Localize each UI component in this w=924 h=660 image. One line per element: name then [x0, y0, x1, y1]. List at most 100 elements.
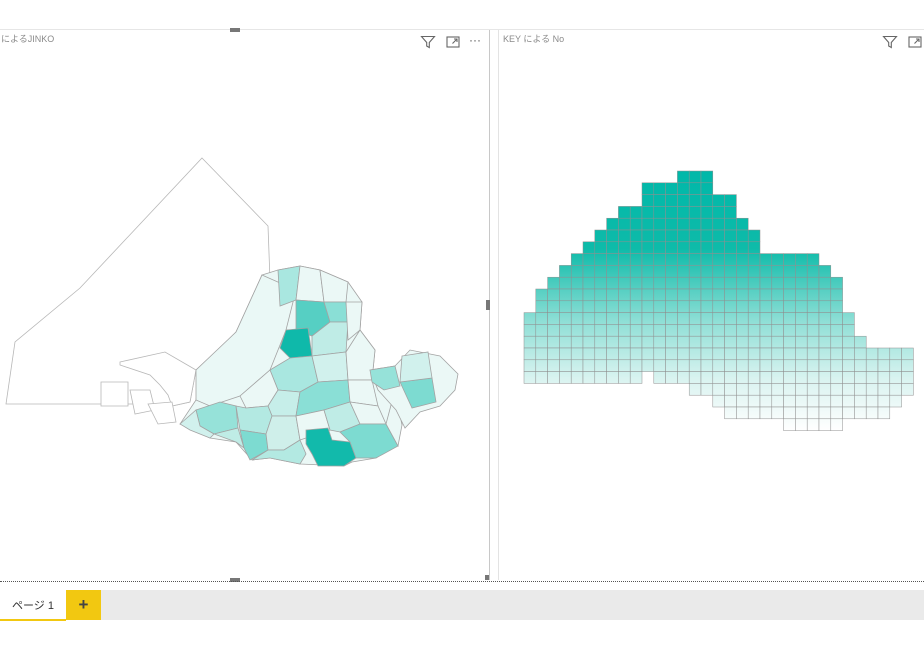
mesh-cell[interactable] [795, 324, 808, 337]
mesh-cell[interactable] [747, 288, 761, 302]
mesh-cell[interactable] [747, 371, 761, 384]
mesh-cell[interactable] [724, 300, 737, 313]
mesh-cell[interactable] [629, 206, 643, 219]
mesh-cell[interactable] [688, 217, 702, 231]
mesh-cell[interactable] [641, 194, 655, 207]
mesh-cell[interactable] [677, 253, 690, 266]
mesh-cell[interactable] [736, 229, 749, 243]
mesh-cell[interactable] [830, 276, 843, 290]
mesh-cell[interactable] [806, 335, 820, 349]
mesh-cell[interactable] [877, 394, 891, 408]
mesh-cell[interactable] [830, 359, 843, 372]
mesh-cell[interactable] [641, 359, 655, 372]
mesh-cell[interactable] [559, 312, 572, 325]
mesh-cell[interactable] [771, 300, 784, 313]
mesh-cell[interactable] [783, 312, 796, 325]
mesh-cell[interactable] [618, 241, 631, 254]
mesh-cell[interactable] [700, 241, 714, 254]
mesh-cell[interactable] [830, 383, 843, 396]
mesh-cell[interactable] [736, 347, 749, 361]
mesh-cell[interactable] [677, 229, 690, 243]
mesh-cell[interactable] [688, 206, 702, 219]
mesh-cell[interactable] [806, 253, 820, 266]
mesh-cell[interactable] [618, 371, 631, 384]
mesh-cell[interactable] [747, 312, 761, 325]
mesh-cell[interactable] [724, 383, 737, 396]
mesh-cell[interactable] [806, 394, 820, 408]
mesh-cell[interactable] [677, 359, 690, 372]
mesh-cell[interactable] [736, 394, 749, 408]
mesh-cell[interactable] [665, 194, 678, 207]
mesh-cell[interactable] [700, 324, 714, 337]
mesh-cell[interactable] [606, 229, 619, 243]
mesh-cell[interactable] [653, 347, 666, 361]
mesh-cell[interactable] [818, 359, 832, 372]
mesh-cell[interactable] [629, 253, 643, 266]
mesh-cell[interactable] [570, 312, 584, 325]
mesh-cell[interactable] [759, 347, 773, 361]
mesh-cell[interactable] [783, 324, 796, 337]
mesh-cell[interactable] [724, 371, 737, 384]
mesh-cell[interactable] [688, 194, 702, 207]
mesh-cell[interactable] [771, 324, 784, 337]
mesh-cell[interactable] [606, 347, 619, 361]
mesh-cell[interactable] [759, 324, 773, 337]
mesh-cell[interactable] [700, 300, 714, 313]
mesh-cell[interactable] [736, 324, 749, 337]
mesh-cell[interactable] [700, 217, 714, 231]
mesh-cell[interactable] [771, 383, 784, 396]
mesh-cell[interactable] [759, 312, 773, 325]
mesh-cell[interactable] [629, 229, 643, 243]
mesh-cell[interactable] [842, 394, 855, 408]
mesh-cell[interactable] [665, 335, 678, 349]
mesh-cell[interactable] [641, 335, 655, 349]
mesh-cell[interactable] [724, 217, 737, 231]
mesh-cell[interactable] [559, 276, 572, 290]
mesh-cell[interactable] [854, 383, 867, 396]
mesh-cell[interactable] [688, 359, 702, 372]
mesh-cell[interactable] [535, 300, 548, 313]
mesh-cell[interactable] [724, 229, 737, 243]
mesh-cell[interactable] [795, 394, 808, 408]
mesh-cell[interactable] [771, 253, 784, 266]
mesh-cell[interactable] [688, 383, 702, 396]
mesh-cell[interactable] [594, 371, 607, 384]
mesh-cell[interactable] [665, 241, 678, 254]
mesh-cell[interactable] [688, 265, 702, 278]
mesh-cell[interactable] [677, 241, 690, 254]
mesh-cell[interactable] [547, 324, 560, 337]
mesh-cell[interactable] [700, 359, 714, 372]
mesh-cell[interactable] [641, 229, 655, 243]
mesh-cell[interactable] [677, 324, 690, 337]
mesh-cell[interactable] [618, 276, 631, 290]
mesh-cell[interactable] [641, 182, 655, 195]
mesh-cell[interactable] [747, 383, 761, 396]
mesh-cell[interactable] [641, 217, 655, 231]
mesh-cell[interactable] [582, 312, 596, 325]
mesh-cell[interactable] [889, 383, 902, 396]
mesh-cell[interactable] [641, 265, 655, 278]
mesh-cell[interactable] [653, 265, 666, 278]
mesh-cell[interactable] [854, 406, 867, 420]
mesh-cell[interactable] [582, 253, 596, 266]
mesh-cell[interactable] [759, 359, 773, 372]
mesh-cell[interactable] [818, 383, 832, 396]
mesh-cell[interactable] [606, 241, 619, 254]
mesh-cell[interactable] [783, 335, 796, 349]
mesh-cell[interactable] [806, 347, 820, 361]
mesh-cell[interactable] [806, 265, 820, 278]
mesh-cell[interactable] [759, 276, 773, 290]
resize-handle-top[interactable] [230, 28, 240, 32]
mesh-cell[interactable] [818, 335, 832, 349]
mesh-cell[interactable] [535, 324, 548, 337]
mesh-cell[interactable] [570, 253, 584, 266]
mesh-cell[interactable] [677, 182, 690, 195]
mesh-cell[interactable] [665, 288, 678, 302]
mesh-cell[interactable] [806, 276, 820, 290]
mesh-cell[interactable] [771, 312, 784, 325]
mesh-cell[interactable] [677, 217, 690, 231]
mesh-cell[interactable] [677, 288, 690, 302]
mesh-cell[interactable] [653, 253, 666, 266]
mesh-cell[interactable] [618, 253, 631, 266]
mesh-cell[interactable] [877, 383, 891, 396]
